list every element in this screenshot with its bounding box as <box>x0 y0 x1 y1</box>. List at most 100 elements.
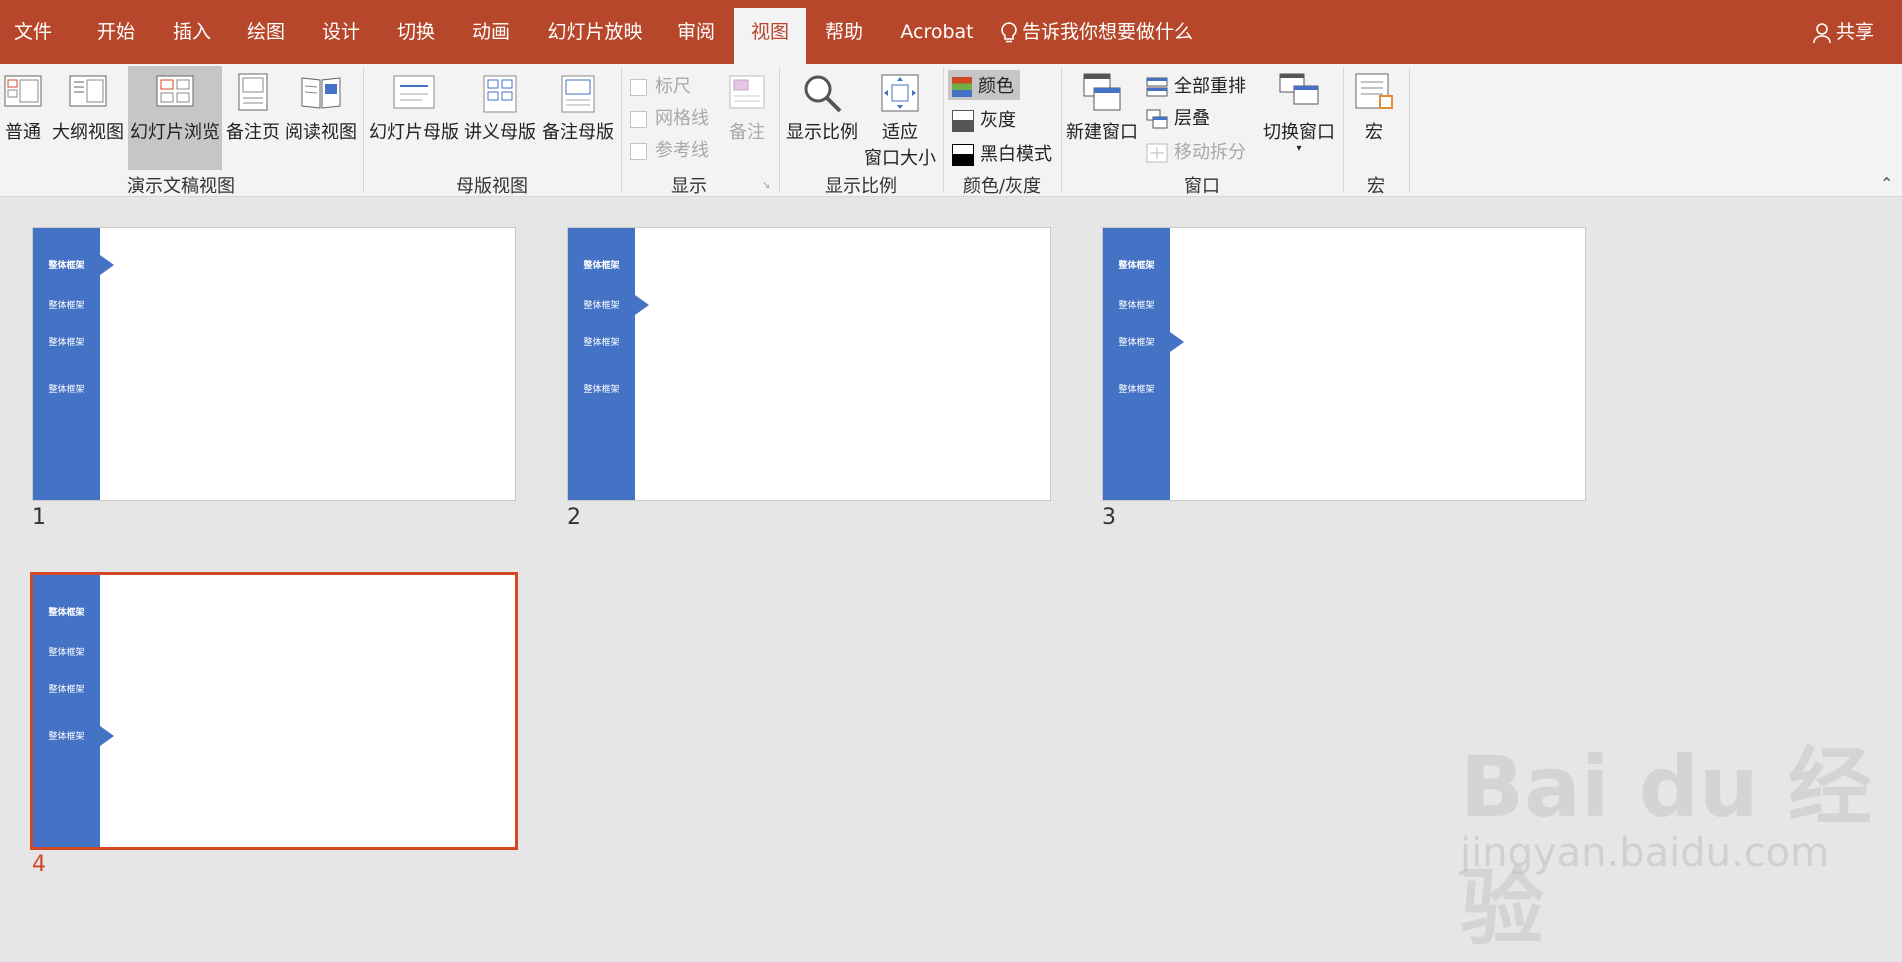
black-white-button[interactable]: 黑白模式 <box>952 140 1052 166</box>
slide-menu-item: 整体框架 <box>1118 338 1155 348</box>
switch-window-button[interactable]: 切换窗口 ▾ <box>1260 70 1338 154</box>
tab-slideshow[interactable]: 幻灯片放映 <box>536 8 654 64</box>
group-window: 窗口 <box>1184 176 1220 197</box>
ruler-label: 标尺 <box>655 76 691 97</box>
slide-menu-item: 整体框架 <box>48 338 85 348</box>
move-split-icon <box>1146 143 1168 163</box>
tab-review[interactable]: 审阅 <box>664 8 728 64</box>
cascade-button[interactable]: 层叠 <box>1146 104 1210 130</box>
outline-view-button[interactable]: 大纲视图 <box>52 72 124 144</box>
black-white-swatch-icon <box>952 144 974 166</box>
dialog-launcher-icon[interactable]: ↘ <box>762 180 772 191</box>
normal-view-button[interactable]: 普通 <box>2 72 44 144</box>
slide-menu-item: 整体框架 <box>1118 385 1155 395</box>
group-separator <box>1409 68 1410 192</box>
grayscale-swatch-icon <box>952 110 974 132</box>
tab-transitions[interactable]: 切换 <box>384 8 448 64</box>
person-icon <box>1813 22 1831 43</box>
new-window-button[interactable]: 新建窗口 <box>1064 70 1140 144</box>
slide-master-button[interactable]: 幻灯片母版 <box>368 74 460 144</box>
group-presentation-views: 演示文稿视图 <box>127 176 235 197</box>
slide-menu-item: 整体框架 <box>583 385 620 395</box>
share-button[interactable]: 共享 <box>1812 8 1902 64</box>
fit-to-window-button[interactable]: 适应 窗口大小 <box>862 72 938 170</box>
slide-thumbnail-selected[interactable]: 整体框架 整体框架 整体框架 整体框架 <box>30 572 518 850</box>
magnifier-icon <box>804 75 842 113</box>
active-item-pointer-icon <box>1170 332 1184 352</box>
tab-acrobat[interactable]: Acrobat <box>890 8 984 64</box>
slide-number: 2 <box>567 505 581 530</box>
notes-master-button[interactable]: 备注母版 <box>540 74 616 144</box>
reading-view-icon <box>301 77 341 109</box>
outline-view-label: 大纲视图 <box>52 122 124 143</box>
notes-page-icon <box>238 73 268 111</box>
slide-menu-item: 整体框架 <box>583 261 620 271</box>
fit-window-icon <box>881 74 919 112</box>
slide-master-icon <box>393 75 435 109</box>
tab-view[interactable]: 视图 <box>734 8 806 64</box>
tab-draw[interactable]: 绘图 <box>234 8 298 64</box>
active-item-pointer-icon <box>100 255 114 275</box>
macro-icon <box>1355 73 1393 109</box>
reading-view-button[interactable]: 阅读视图 <box>284 72 358 144</box>
gridlines-checkbox[interactable]: 网格线 <box>630 104 709 130</box>
grayscale-button[interactable]: 灰度 <box>952 106 1016 132</box>
tab-file[interactable]: 文件 <box>0 8 66 64</box>
tab-help[interactable]: 帮助 <box>812 8 876 64</box>
group-macros: 宏 <box>1367 176 1385 197</box>
outline-view-icon <box>69 75 107 107</box>
slide-menu-item: 整体框架 <box>48 385 85 395</box>
share-label: 共享 <box>1836 21 1875 43</box>
normal-view-icon <box>4 75 42 107</box>
tab-animations[interactable]: 动画 <box>458 8 524 64</box>
notes-page-button[interactable]: 备注页 <box>224 72 282 144</box>
slide-menu-item: 整体框架 <box>1118 261 1155 271</box>
notes-label: 备注 <box>729 122 765 143</box>
tab-home[interactable]: 开始 <box>84 8 148 64</box>
slide-menu-item: 整体框架 <box>48 685 85 695</box>
slide-sorter-button[interactable]: 幻灯片浏览 <box>128 66 222 170</box>
tab-insert[interactable]: 插入 <box>160 8 224 64</box>
move-split-button[interactable]: 移动拆分 <box>1146 138 1246 164</box>
new-window-label: 新建窗口 <box>1066 122 1138 143</box>
dropdown-arrow-icon: ▾ <box>1296 143 1302 154</box>
slide-thumbnail[interactable]: 整体框架 整体框架 整体框架 整体框架 <box>1102 227 1586 501</box>
active-item-pointer-icon <box>635 295 649 315</box>
ruler-checkbox[interactable]: 标尺 <box>630 72 691 98</box>
macros-button[interactable]: 宏 <box>1348 70 1400 144</box>
black-white-label: 黑白模式 <box>980 144 1052 165</box>
ruler-check <box>630 78 647 96</box>
collapse-ribbon-icon[interactable]: ⌃ <box>1880 174 1893 193</box>
cascade-icon <box>1146 109 1168 129</box>
slide-sorter-icon <box>156 75 194 107</box>
arrange-all-button[interactable]: 全部重排 <box>1146 72 1246 98</box>
tab-design[interactable]: 设计 <box>308 8 374 64</box>
notes-master-icon <box>561 75 595 113</box>
zoom-label: 显示比例 <box>786 122 858 143</box>
color-label: 颜色 <box>978 76 1014 97</box>
switch-window-icon <box>1279 73 1319 105</box>
fit-window-line1: 适应 <box>882 122 918 143</box>
slide-menu-item: 整体框架 <box>48 608 85 618</box>
grayscale-label: 灰度 <box>980 110 1016 131</box>
slide-menu-item: 整体框架 <box>48 261 85 271</box>
new-window-icon <box>1083 73 1121 111</box>
guides-checkbox[interactable]: 参考线 <box>630 136 709 162</box>
slide-thumbnail[interactable]: 整体框架 整体框架 整体框架 整体框架 <box>32 227 516 501</box>
slide-menu-item: 整体框架 <box>583 338 620 348</box>
group-zoom: 显示比例 <box>825 176 897 197</box>
handout-master-label: 讲义母版 <box>464 122 536 143</box>
slide-number: 1 <box>32 505 46 530</box>
normal-view-label: 普通 <box>5 122 41 143</box>
lightbulb-icon <box>1001 21 1017 42</box>
slide-thumbnail[interactable]: 整体框架 整体框架 整体框架 整体框架 <box>567 227 1051 501</box>
notes-button[interactable]: 备注 <box>722 74 772 144</box>
slide-menu-item: 整体框架 <box>48 301 85 311</box>
tell-me-search[interactable]: 告诉我你想要做什么 <box>1000 8 1200 64</box>
notes-page-label: 备注页 <box>226 122 280 143</box>
handout-master-button[interactable]: 讲义母版 <box>462 74 538 144</box>
arrange-all-label: 全部重排 <box>1174 76 1246 97</box>
color-button[interactable]: 颜色 <box>948 70 1020 100</box>
zoom-button[interactable]: 显示比例 <box>784 72 860 144</box>
baidu-watermark-url: jingyan.baidu.com <box>1460 830 1830 876</box>
